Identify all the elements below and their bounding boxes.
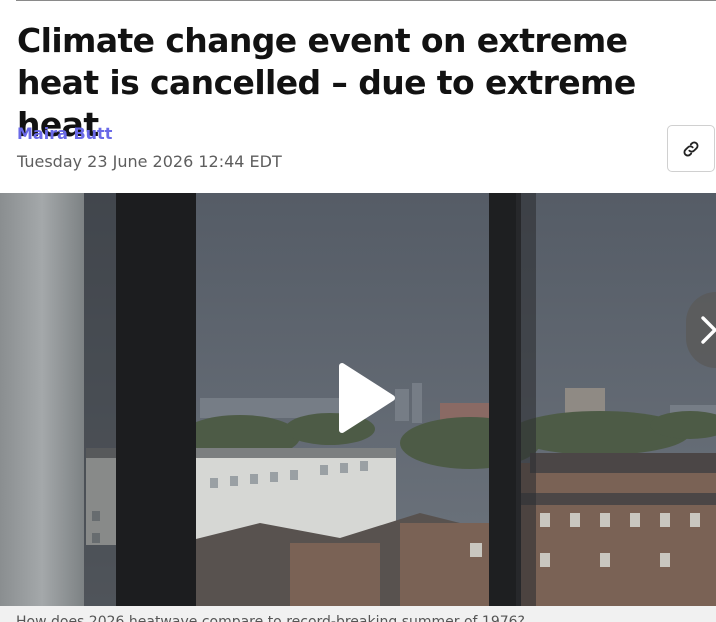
video-player[interactable] [0, 193, 716, 606]
media-caption: How does 2026 heatwave compare to record… [0, 606, 716, 622]
author-link[interactable]: Maira Butt [17, 124, 112, 143]
play-button[interactable] [336, 362, 396, 434]
caption-text: How does 2026 heatwave compare to record… [16, 614, 525, 622]
link-icon [683, 141, 699, 156]
publish-date: Tuesday 23 June 2026 12:44 EDT [17, 152, 282, 171]
top-divider [16, 0, 716, 1]
copy-link-button[interactable] [667, 125, 715, 172]
chevron-right-icon [701, 316, 716, 344]
article-headline: Climate change event on extreme heat is … [17, 21, 636, 144]
play-icon [339, 363, 395, 433]
